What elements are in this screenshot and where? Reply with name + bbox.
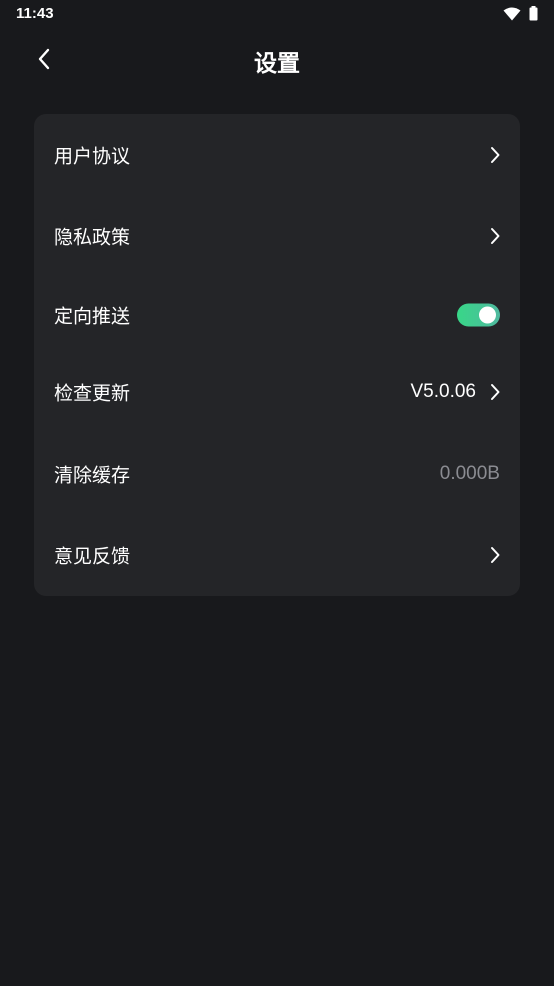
header: 设置	[0, 30, 554, 90]
status-icons	[503, 6, 538, 25]
clear-cache-label: 清除缓存	[54, 464, 131, 487]
feedback-row[interactable]: 意见反馈	[34, 525, 520, 585]
version-value: V5.0.06	[410, 381, 477, 402]
chevron-right-icon	[488, 145, 502, 165]
clear-cache-row[interactable]: 清除缓存 0.000B	[34, 444, 520, 504]
targeted-push-toggle[interactable]	[457, 303, 500, 327]
status-time: 11:43	[16, 5, 54, 22]
feedback-label: 意见反馈	[54, 545, 131, 568]
chevron-right-icon	[488, 382, 502, 402]
user-agreement-row[interactable]: 用户协议	[34, 125, 520, 185]
privacy-policy-label: 隐私政策	[54, 226, 131, 249]
status-bar: 11:43	[0, 0, 554, 30]
page-title: 设置	[254, 51, 300, 77]
check-update-label: 检查更新	[54, 382, 131, 405]
battery-icon	[529, 6, 538, 25]
check-update-row[interactable]: 检查更新 V5.0.06	[34, 362, 520, 422]
settings-card: 用户协议 隐私政策 定向推送 检查更新 V5.0.06 清除缓存 0.000B …	[34, 114, 520, 596]
chevron-right-icon	[488, 545, 502, 565]
toggle-knob	[479, 306, 496, 324]
privacy-policy-row[interactable]: 隐私政策	[34, 206, 520, 266]
targeted-push-row: 定向推送	[34, 285, 520, 345]
wifi-icon	[503, 6, 521, 25]
targeted-push-label: 定向推送	[54, 305, 131, 328]
chevron-right-icon	[488, 226, 502, 246]
user-agreement-label: 用户协议	[54, 145, 131, 168]
cache-size-value: 0.000B	[439, 463, 500, 484]
